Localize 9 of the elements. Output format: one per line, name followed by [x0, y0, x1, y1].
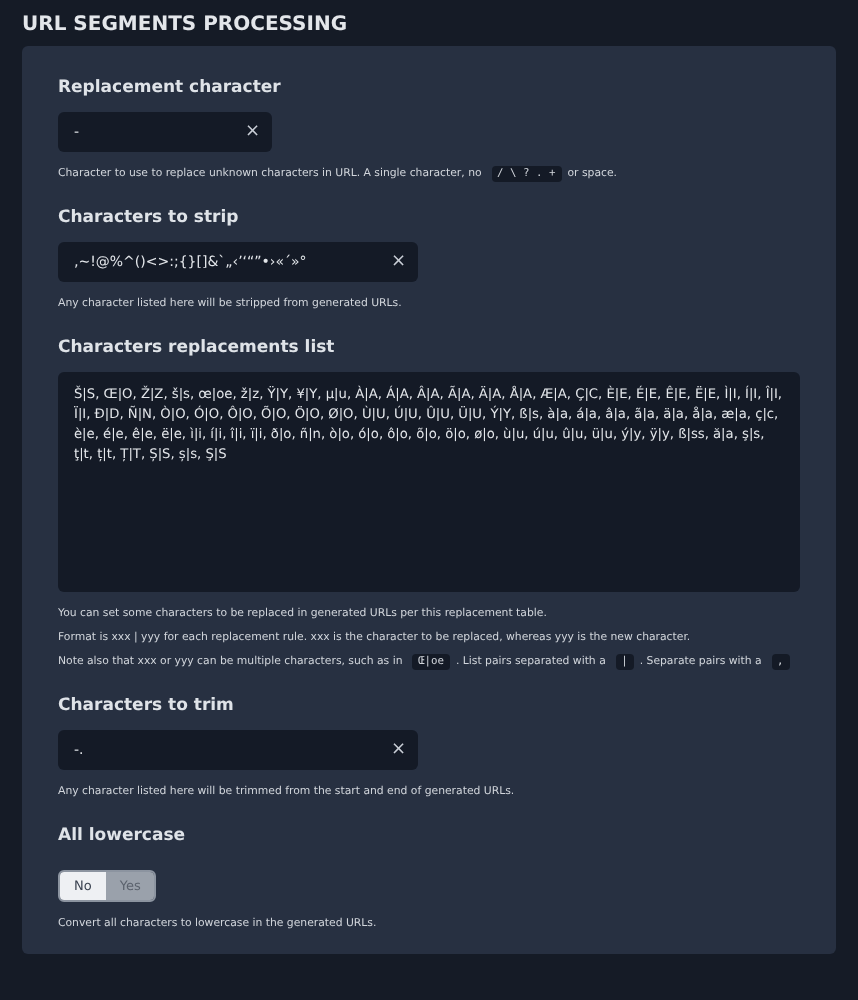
field-label: Characters to trim [58, 696, 236, 716]
field-label: Replacement character [58, 78, 283, 98]
clear-icon[interactable]: × [244, 122, 260, 142]
clear-icon[interactable]: × [390, 252, 406, 272]
clear-icon[interactable]: × [390, 740, 406, 760]
section-title: URL SEGMENTS PROCESSING [20, 12, 350, 40]
field-label: Characters to strip [58, 208, 241, 228]
field-label: All lowercase [58, 826, 188, 846]
field-label: Characters replacements list [58, 338, 337, 358]
